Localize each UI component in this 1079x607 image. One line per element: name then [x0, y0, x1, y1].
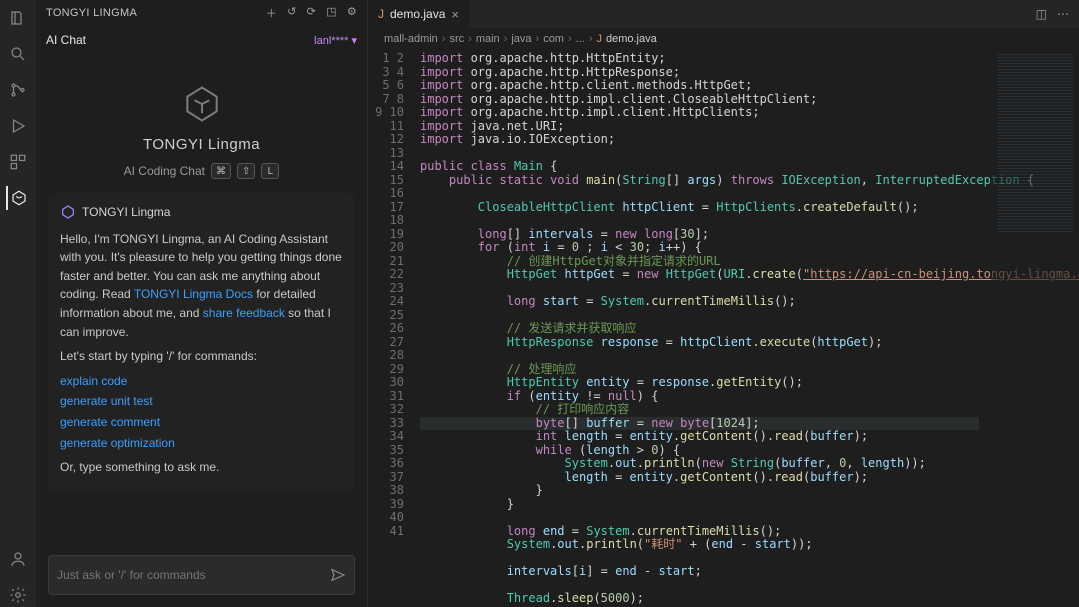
assistant-message: TONGYI Lingma Hello, I'm TONGYI Lingma, …	[48, 193, 355, 493]
cmd-generate-unit-test[interactable]: generate unit test	[60, 392, 343, 411]
user-dropdown[interactable]: lanl**** ▾	[314, 34, 357, 47]
cmd-explain-code[interactable]: explain code	[60, 372, 343, 391]
editor-area: J demo.java × ◫ ⋯ mall-admin›src›main›ja…	[368, 0, 1079, 607]
split-editor-icon[interactable]: ◫	[1036, 7, 1047, 21]
refresh-icon[interactable]: ⟳	[307, 5, 317, 21]
minimap[interactable]	[991, 50, 1079, 607]
cmd-generate-optimization[interactable]: generate optimization	[60, 434, 343, 453]
welcome-paragraph: Hello, I'm TONGYI Lingma, an AI Coding A…	[60, 230, 343, 342]
extensions-icon[interactable]	[6, 150, 30, 174]
close-tab-icon[interactable]: ×	[451, 7, 459, 22]
kbd-l: L	[261, 163, 279, 179]
ai-chat-panel: TONGYI LINGMA ＋ ↺ ⟳ ◳ ⚙ AI Chat lanl****…	[36, 0, 368, 607]
chat-scroll[interactable]: TONGYI Lingma Hello, I'm TONGYI Lingma, …	[36, 193, 367, 547]
hero-subline: AI Coding Chat ⌘ ⇧ L	[124, 163, 280, 179]
breadcrumb[interactable]: mall-admin›src›main›java›com›...›J demo.…	[368, 28, 1079, 50]
search-icon[interactable]	[6, 42, 30, 66]
lingma-logo-icon	[180, 82, 224, 126]
panel-title-bar: TONGYI LINGMA ＋ ↺ ⟳ ◳ ⚙	[36, 0, 367, 26]
cmd-generate-comment[interactable]: generate comment	[60, 413, 343, 432]
chat-input-row	[48, 555, 355, 595]
or-type: Or, type something to ask me.	[60, 458, 343, 477]
line-gutter: 1 2 3 4 5 6 7 8 9 10 11 12 13 14 15 16 1…	[368, 50, 412, 607]
kbd-shift: ⇧	[237, 163, 255, 179]
explorer-icon[interactable]	[6, 6, 30, 30]
panel-title: TONGYI LINGMA	[46, 7, 137, 19]
pin-icon[interactable]: ◳	[326, 5, 337, 21]
java-file-icon: J	[378, 7, 384, 21]
activity-bar	[0, 0, 36, 607]
send-icon[interactable]	[330, 567, 346, 583]
run-debug-icon[interactable]	[6, 114, 30, 138]
code-editor[interactable]: 1 2 3 4 5 6 7 8 9 10 11 12 13 14 15 16 1…	[368, 50, 1079, 607]
file-tab-label: demo.java	[390, 7, 445, 21]
mini-logo-icon	[60, 204, 76, 220]
panel-tabs: AI Chat lanl**** ▾	[36, 26, 367, 54]
hero-block: TONGYI Lingma AI Coding Chat ⌘ ⇧ L	[36, 54, 367, 193]
kbd-cmd: ⌘	[211, 163, 231, 179]
feedback-link[interactable]: share feedback	[203, 306, 285, 320]
tab-ai-chat[interactable]: AI Chat	[46, 33, 86, 47]
lingma-icon[interactable]	[6, 186, 30, 210]
code-content[interactable]: import org.apache.http.HttpEntity; impor…	[412, 50, 979, 607]
overflow-menu-icon[interactable]: ⋯	[1057, 7, 1069, 21]
history-icon[interactable]: ↺	[287, 5, 297, 21]
gear-icon[interactable]: ⚙	[347, 5, 357, 21]
chat-input[interactable]	[57, 568, 322, 582]
brand-name: TONGYI Lingma	[143, 136, 260, 153]
settings-gear-icon[interactable]	[6, 583, 30, 607]
docs-link[interactable]: TONGYI Lingma Docs	[134, 287, 253, 301]
commands-intro: Let's start by typing '/' for commands:	[60, 347, 343, 366]
file-tab-demo-java[interactable]: J demo.java ×	[368, 0, 470, 28]
source-control-icon[interactable]	[6, 78, 30, 102]
account-icon[interactable]	[6, 547, 30, 571]
new-chat-icon[interactable]: ＋	[266, 5, 277, 21]
editor-tab-bar: J demo.java × ◫ ⋯	[368, 0, 1079, 28]
message-from: TONGYI Lingma	[82, 203, 170, 222]
